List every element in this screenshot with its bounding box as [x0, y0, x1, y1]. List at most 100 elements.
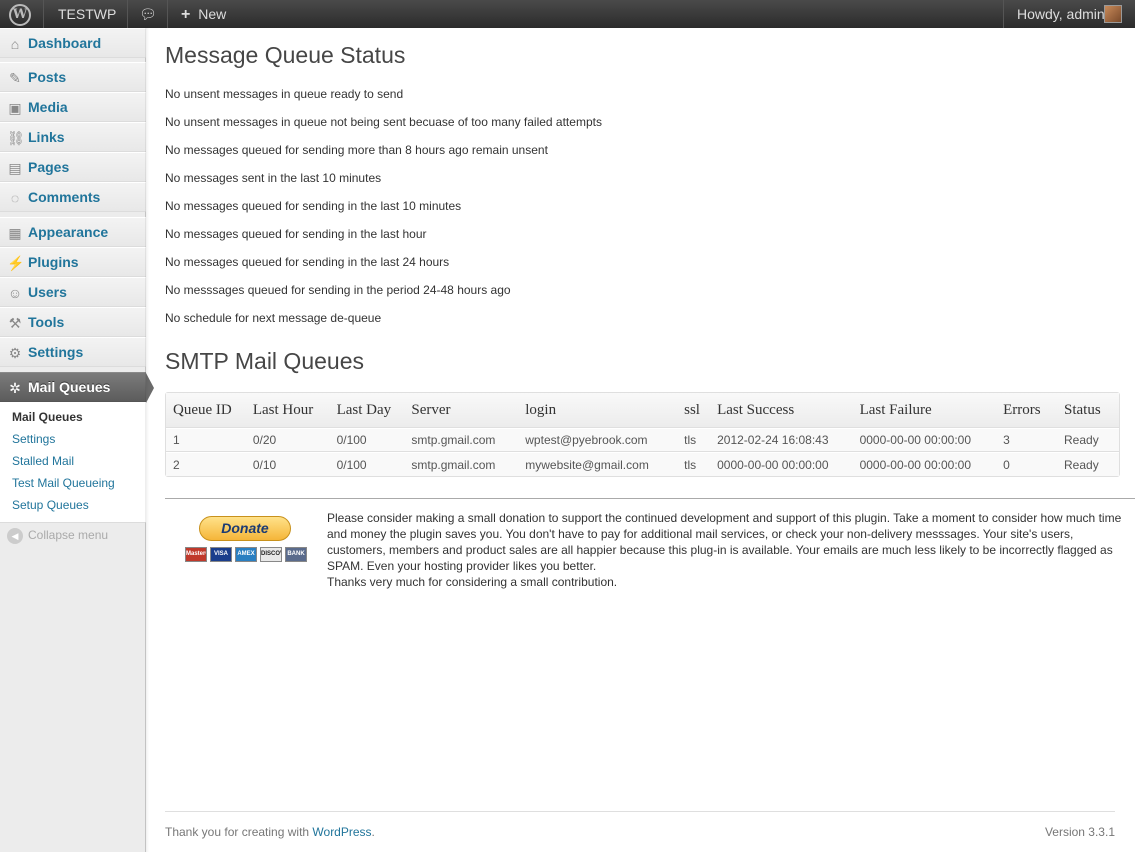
- submenu-item-test-mail-queueing[interactable]: Test Mail Queueing: [0, 472, 146, 494]
- pushpin-icon: ✎: [9, 70, 21, 86]
- collapse-menu-label: Collapse menu: [28, 528, 109, 543]
- status-line: No schedule for next message de-queue: [165, 311, 382, 325]
- table-cell: 2: [166, 452, 246, 476]
- sidebar-item-dashboard[interactable]: ⌂ Dashboard: [0, 28, 146, 58]
- column-header: Server: [404, 393, 519, 428]
- status-line: No messages queued for sending in the la…: [165, 199, 462, 213]
- wordpress-link[interactable]: WordPress: [312, 825, 371, 839]
- collapse-menu-button[interactable]: ◀ Collapse menu: [7, 528, 108, 544]
- sidebar-item-comments[interactable]: ◌ Comments: [0, 182, 146, 212]
- media-icon: ▣: [8, 100, 22, 116]
- submenu-item-mail-queues[interactable]: Mail Queues: [0, 406, 146, 428]
- table-cell: Ready: [1057, 428, 1119, 452]
- table-cell: 0000-00-00 00:00:00: [710, 452, 853, 476]
- table-cell: mywebsite@gmail.com: [518, 452, 678, 476]
- table-cell: 0/100: [329, 452, 405, 476]
- status-line: No unsent messages in queue ready to sen…: [165, 87, 404, 101]
- table-cell: Ready: [1057, 452, 1119, 476]
- settings-icon: ⚙: [8, 345, 22, 361]
- submenu-item-settings[interactable]: Settings: [0, 428, 146, 450]
- mail-queues-table: Queue ID Last Hour Last Day Server login ssl L…: [165, 392, 1120, 477]
- admin-bar-divider: [43, 0, 44, 28]
- table-cell: 0: [996, 452, 1057, 476]
- sidebar-item-label: Mail Queues: [28, 379, 111, 395]
- howdy-account-menu[interactable]: Howdy, admin: [1017, 0, 1105, 28]
- table-cell: 2012-02-24 16:08:43: [710, 428, 853, 452]
- sidebar-item-mail-queues[interactable]: ✲ Mail Queues: [0, 372, 154, 403]
- donate-message-body: Please consider making a small donation …: [327, 511, 1122, 573]
- footer-version: Version 3.3.1: [1044, 825, 1115, 839]
- admin-sidebar: ⌂ Dashboard ✎ Posts ▣ Media ⛓ Links ▤ Pages ◌ Comme…: [0, 28, 154, 852]
- sidebar-item-users[interactable]: ☺ Users: [0, 277, 146, 307]
- status-line: No messsages queued for sending in the p…: [165, 283, 511, 297]
- footer-divider: [165, 811, 1115, 812]
- sidebar-item-links[interactable]: ⛓ Links: [0, 122, 146, 152]
- column-header: ssl: [677, 393, 711, 428]
- footer-thanks-suffix: .: [371, 825, 375, 839]
- collapse-arrow-icon: ◀: [7, 528, 23, 544]
- payment-card-icon: AMEX: [235, 547, 257, 562]
- sidebar-item-label: Comments: [28, 189, 101, 205]
- table-cell: 0000-00-00 00:00:00: [852, 452, 997, 476]
- footer-thanks-prefix: Thank you for creating with: [165, 825, 313, 839]
- sidebar-item-label: Settings: [28, 344, 84, 360]
- table-cell: 3: [996, 428, 1057, 452]
- comments-bubble-icon[interactable]: 💬︎: [139, 0, 157, 28]
- payment-card-icon: DISCOVER: [260, 547, 282, 562]
- admin-bar: W TESTWP 💬︎ + New Howdy, admin: [0, 0, 1135, 28]
- status-line: No messages queued for sending in the la…: [165, 255, 450, 269]
- donate-thanks: Thanks very much for considering a small…: [327, 575, 618, 589]
- submenu-item-setup-queues[interactable]: Setup Queues: [0, 494, 146, 516]
- table-cell: 0000-00-00 00:00:00: [852, 428, 997, 452]
- sidebar-item-label: Links: [28, 129, 65, 145]
- sidebar-item-label: Tools: [28, 314, 65, 330]
- table-cell: wptest@pyebrook.com: [518, 428, 678, 452]
- appearance-icon: ▦: [8, 225, 22, 241]
- sidebar-item-media[interactable]: ▣ Media: [0, 92, 146, 122]
- sidebar-item-label: Posts: [28, 69, 67, 85]
- table-cell: 0/10: [245, 452, 330, 476]
- sidebar-item-appearance[interactable]: ▦ Appearance: [0, 217, 146, 247]
- mail-queues-submenu: Mail Queues Settings Stalled Mail Test M…: [0, 402, 146, 523]
- sidebar-item-label: Media: [28, 99, 68, 115]
- column-header: Last Day: [329, 393, 405, 428]
- table-cell: 0/20: [245, 428, 330, 452]
- wordpress-logo-icon[interactable]: W: [9, 4, 31, 26]
- sidebar-item-plugins[interactable]: ⚡ Plugins: [0, 247, 146, 277]
- sidebar-item-settings[interactable]: ⚙ Settings: [0, 337, 146, 367]
- status-line: No messages queued for sending more than…: [165, 143, 548, 157]
- table-cell: tls: [677, 452, 711, 476]
- payment-cards: MasterCardVISAAMEXDISCOVERBANK: [185, 547, 310, 563]
- queues-title: SMTP Mail Queues: [165, 348, 364, 374]
- payment-card-icon: BANK: [285, 547, 307, 562]
- sidebar-item-posts[interactable]: ✎ Posts: [0, 62, 146, 92]
- column-header: Status: [1057, 393, 1119, 428]
- table-cell: smtp.gmail.com: [404, 452, 519, 476]
- table-cell: smtp.gmail.com: [404, 428, 519, 452]
- sidebar-item-tools[interactable]: ⚒ Tools: [0, 307, 146, 337]
- donate-button[interactable]: Donate: [199, 516, 291, 541]
- table-cell: 1: [166, 428, 246, 452]
- table-cell: tls: [677, 428, 711, 452]
- status-line: No messages sent in the last 10 minutes: [165, 171, 382, 185]
- sidebar-item-pages[interactable]: ▤ Pages: [0, 152, 146, 182]
- new-content-menu[interactable]: + New: [181, 0, 226, 28]
- column-header: Last Hour: [245, 393, 330, 428]
- sidebar-item-label: Dashboard: [28, 35, 102, 51]
- site-name-link[interactable]: TESTWP: [58, 0, 116, 28]
- submenu-item-stalled-mail[interactable]: Stalled Mail: [0, 450, 146, 472]
- new-content-label: New: [198, 6, 227, 22]
- avatar[interactable]: [1104, 5, 1122, 23]
- sidebar-item-label: Pages: [28, 159, 70, 175]
- users-icon: ☺: [7, 285, 23, 301]
- table-row: 2 0/10 0/100 smtp.gmail.com mywebsite@gmail.…: [166, 452, 1119, 476]
- sidebar-item-label: Users: [28, 284, 67, 300]
- plus-icon: +: [181, 6, 191, 23]
- dashboard-icon: ⌂: [10, 36, 20, 52]
- table-cell: 0/100: [329, 428, 405, 452]
- status-line: No messages queued for sending in the la…: [165, 227, 427, 241]
- admin-bar-divider: [127, 0, 128, 28]
- payment-card-icon: VISA: [210, 547, 232, 562]
- column-header: Queue ID: [166, 393, 246, 428]
- payment-card-icon: MasterCard: [185, 547, 207, 562]
